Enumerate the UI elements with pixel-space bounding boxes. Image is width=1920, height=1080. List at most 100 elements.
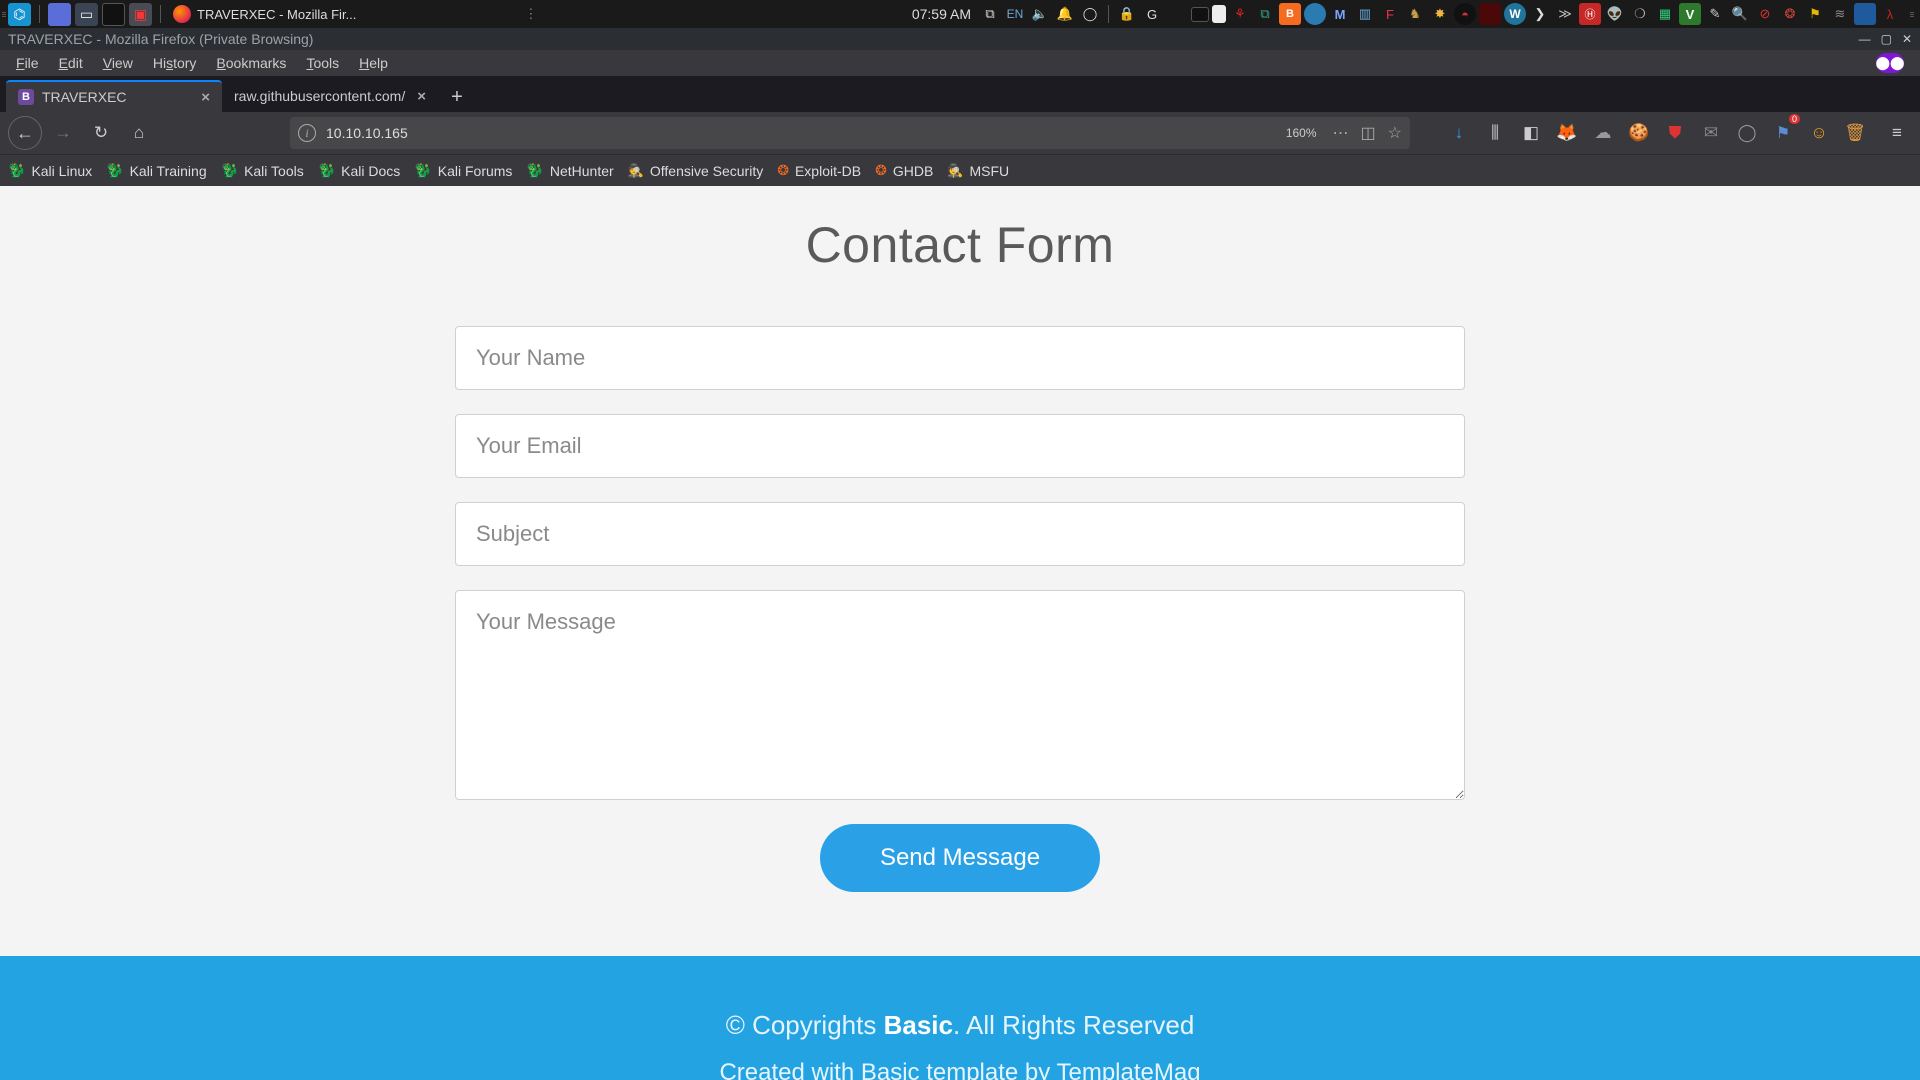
pencil-icon[interactable]: ✎ bbox=[1704, 3, 1726, 25]
panel-overflow-icon[interactable]: ⋮ bbox=[524, 6, 537, 22]
keyboard-lang[interactable]: EN bbox=[1004, 3, 1026, 25]
bird-icon[interactable]: ❯ bbox=[1529, 3, 1551, 25]
bookmark-kali-forums[interactable]: 🐉Kali Forums bbox=[414, 162, 512, 179]
flag-icon[interactable]: ⚑ bbox=[1804, 3, 1826, 25]
lock-icon[interactable]: 🔒 bbox=[1116, 3, 1138, 25]
ext-flag-icon[interactable]: ⚑ 0 bbox=[1768, 116, 1798, 150]
reader-icon[interactable]: ◫ bbox=[1361, 123, 1376, 143]
orb-icon[interactable]: ◓ bbox=[1454, 3, 1476, 25]
email-input[interactable] bbox=[455, 414, 1465, 478]
chart-icon[interactable]: ▥ bbox=[1354, 3, 1376, 25]
zoom-indicator[interactable]: 160% bbox=[1280, 124, 1323, 142]
menu-view[interactable]: View bbox=[93, 52, 143, 74]
message-textarea[interactable] bbox=[455, 590, 1465, 800]
bookmark-kali-docs[interactable]: 🐉Kali Docs bbox=[318, 162, 401, 179]
url-bar[interactable]: i 10.10.10.165 160% ⋯ ◫ ☆ bbox=[290, 117, 1410, 149]
menu-tools[interactable]: Tools bbox=[296, 52, 349, 74]
bookmark-ghdb[interactable]: ❂GHDB bbox=[875, 162, 933, 179]
bookmark-offsec[interactable]: 🕵Offensive Security bbox=[628, 163, 764, 179]
downloads-icon[interactable]: ↓ bbox=[1444, 116, 1474, 150]
firefox-tray-icon[interactable] bbox=[1166, 3, 1188, 25]
kazam-icon[interactable]: ▣ bbox=[129, 3, 152, 26]
term-tray-icon[interactable] bbox=[1191, 7, 1209, 22]
menu-history[interactable]: History bbox=[143, 52, 207, 74]
shield2-icon[interactable] bbox=[1854, 3, 1876, 25]
new-tab-button[interactable]: + bbox=[442, 82, 472, 112]
panel-clock[interactable]: 07:59 AM bbox=[904, 6, 979, 22]
ext-mail-icon[interactable]: ✉ bbox=[1696, 116, 1726, 150]
tab-close-icon[interactable]: × bbox=[417, 88, 426, 105]
tab-traverxec[interactable]: B TRAVERXEC × bbox=[6, 80, 222, 112]
ext-ublock-icon[interactable]: ⛊ bbox=[1660, 116, 1690, 150]
forward-button[interactable]: → bbox=[46, 116, 80, 150]
ext-foxyproxy-icon[interactable]: 🦊 bbox=[1552, 116, 1582, 150]
tab-close-icon[interactable]: × bbox=[201, 89, 210, 106]
ext-trash-icon[interactable]: 🗑 bbox=[1840, 116, 1870, 150]
bookmark-star-icon[interactable]: ☆ bbox=[1388, 123, 1402, 143]
page-actions-icon[interactable]: ⋯ bbox=[1333, 123, 1349, 143]
google-icon[interactable]: G bbox=[1141, 3, 1163, 25]
home-button[interactable]: ⌂ bbox=[122, 116, 156, 150]
red-f-icon[interactable]: F bbox=[1379, 3, 1401, 25]
lines-icon[interactable]: ≋ bbox=[1829, 3, 1851, 25]
search-icon[interactable]: 🔍 bbox=[1729, 3, 1751, 25]
circle-icon[interactable]: ◯ bbox=[1079, 3, 1101, 25]
bookmark-exploitdb[interactable]: ❂Exploit-DB bbox=[777, 162, 861, 179]
wave-icon[interactable] bbox=[1304, 3, 1326, 25]
ext-cookie-icon[interactable]: 🍪 bbox=[1624, 116, 1654, 150]
lambda-icon[interactable]: λ bbox=[1879, 3, 1901, 25]
burp-icon[interactable]: B bbox=[1279, 3, 1301, 25]
sidebar-icon[interactable]: ◧ bbox=[1516, 116, 1546, 150]
reload-button[interactable]: ↻ bbox=[84, 116, 118, 150]
alien-icon[interactable]: 👽 bbox=[1604, 3, 1626, 25]
site-info-icon[interactable]: i bbox=[298, 124, 316, 142]
app-menu-icon[interactable]: ≡ bbox=[1882, 116, 1912, 150]
m-icon[interactable]: M bbox=[1329, 3, 1351, 25]
bolt-icon[interactable]: ≫ bbox=[1554, 3, 1576, 25]
hk-icon[interactable]: Ⓗ bbox=[1579, 3, 1601, 25]
menu-bookmarks[interactable]: Bookmarks bbox=[206, 52, 296, 74]
taskbar-firefox[interactable]: TRAVERXEC - Mozilla Fir... bbox=[165, 0, 364, 28]
subject-input[interactable] bbox=[455, 502, 1465, 566]
v-icon[interactable]: V bbox=[1679, 3, 1701, 25]
bookmark-msfu[interactable]: 🕵MSFU bbox=[947, 163, 1009, 179]
display-icon[interactable]: ⧉ bbox=[979, 3, 1001, 25]
maximize-button[interactable]: ▢ bbox=[1881, 32, 1892, 46]
note-icon[interactable] bbox=[1212, 5, 1226, 23]
kali-menu-icon[interactable]: ⌬ bbox=[8, 3, 31, 26]
red-sq-icon[interactable] bbox=[1479, 3, 1501, 25]
bookmark-kali-linux[interactable]: 🐉Kali Linux bbox=[8, 162, 92, 179]
menu-help[interactable]: Help bbox=[349, 52, 398, 74]
ext-user-icon[interactable]: ◯ bbox=[1732, 116, 1762, 150]
no-icon[interactable]: ⊘ bbox=[1754, 3, 1776, 25]
show-desktop-icon[interactable] bbox=[48, 3, 71, 26]
ghost-icon[interactable]: ❍ bbox=[1629, 3, 1651, 25]
close-button[interactable]: ✕ bbox=[1902, 32, 1912, 46]
files-icon[interactable]: ▭ bbox=[75, 3, 98, 26]
window-titlebar[interactable]: TRAVERXEC - Mozilla Firefox (Private Bro… bbox=[0, 28, 1920, 50]
wordpress-icon[interactable]: W bbox=[1504, 3, 1526, 25]
tab-raw-github[interactable]: raw.githubusercontent.com/ × bbox=[222, 80, 438, 112]
ext-cloud-icon[interactable]: ☁ bbox=[1588, 116, 1618, 150]
library-icon[interactable]: ⫼ bbox=[1480, 116, 1510, 150]
name-input[interactable] bbox=[455, 326, 1465, 390]
back-button[interactable]: ← bbox=[8, 116, 42, 150]
loops-icon[interactable]: ⧉ bbox=[1254, 3, 1276, 25]
wing-icon[interactable]: ❂ bbox=[1779, 3, 1801, 25]
grid-icon[interactable]: ▦ bbox=[1654, 3, 1676, 25]
star-icon[interactable]: ✸ bbox=[1429, 3, 1451, 25]
menu-edit[interactable]: Edit bbox=[49, 52, 93, 74]
menu-file[interactable]: File bbox=[6, 52, 49, 74]
terminal-icon[interactable] bbox=[102, 3, 125, 26]
notification-bell-icon[interactable]: 🔔 bbox=[1054, 3, 1076, 25]
minimize-button[interactable]: — bbox=[1859, 32, 1871, 46]
send-button[interactable]: Send Message bbox=[820, 824, 1100, 892]
cherry-icon[interactable]: ⚘ bbox=[1229, 3, 1251, 25]
bookmark-kali-tools[interactable]: 🐉Kali Tools bbox=[221, 162, 304, 179]
tower-icon[interactable]: ♞ bbox=[1404, 3, 1426, 25]
bookmark-nethunter[interactable]: 🐉NetHunter bbox=[526, 162, 613, 179]
volume-icon[interactable]: 🔈 bbox=[1029, 3, 1051, 25]
bookmark-kali-training[interactable]: 🐉Kali Training bbox=[106, 162, 206, 179]
ext-smile-icon[interactable]: ☺ bbox=[1804, 116, 1834, 150]
page-viewport[interactable]: Contact Form Send Message © Copyrights B… bbox=[0, 186, 1920, 1080]
